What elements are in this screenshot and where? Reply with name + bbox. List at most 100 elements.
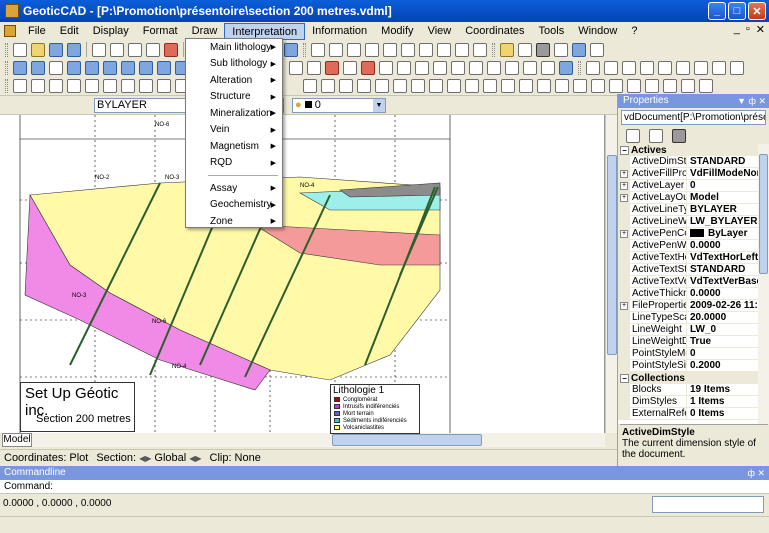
property-value[interactable]: STANDARD	[687, 156, 758, 167]
grid-icon[interactable]	[518, 42, 532, 57]
snap-tangent-icon[interactable]	[712, 60, 726, 75]
scale-icon[interactable]	[343, 60, 357, 75]
property-grid[interactable]: −Actives ActiveDimStyleSTANDARD+ActiveFi…	[618, 144, 758, 424]
solid-icon[interactable]	[429, 78, 443, 93]
maximize-button[interactable]: □	[728, 2, 746, 20]
view-top-icon[interactable]	[103, 60, 117, 75]
open-icon[interactable]	[31, 42, 45, 57]
section-next-icon[interactable]: ◀▶	[189, 454, 201, 463]
shade-icon[interactable]	[31, 60, 45, 75]
property-value[interactable]: True	[687, 336, 758, 347]
expand-icon[interactable]: +	[620, 193, 628, 202]
menu-window[interactable]: Window	[571, 23, 624, 40]
snap-nearest-icon[interactable]	[730, 60, 744, 75]
divide-icon[interactable]	[627, 78, 641, 93]
explode-icon[interactable]	[361, 60, 375, 75]
clip-value[interactable]: None	[235, 452, 261, 464]
ray-icon[interactable]	[393, 78, 407, 93]
menu-file[interactable]: File	[21, 23, 53, 40]
property-value[interactable]: VdTextHorLeft	[687, 252, 758, 263]
property-row[interactable]: ActiveTextHorVdTextHorLeft	[618, 252, 758, 264]
property-value[interactable]: VdTextVerBase	[687, 276, 758, 287]
menu-tools[interactable]: Tools	[532, 23, 572, 40]
category-actives[interactable]: − Actives	[618, 144, 758, 156]
lengthen-icon[interactable]	[541, 60, 555, 75]
menu-draw[interactable]: Draw	[185, 23, 225, 40]
break-icon[interactable]	[505, 60, 519, 75]
snap-icon[interactable]	[536, 42, 550, 57]
stretch-icon[interactable]	[523, 60, 537, 75]
view-front-icon[interactable]	[121, 60, 135, 75]
offset-icon[interactable]	[379, 60, 393, 75]
menu-modify[interactable]: Modify	[374, 23, 420, 40]
close-icon[interactable]: ✕	[757, 468, 765, 478]
property-row[interactable]: ActiveThicknes0.0000	[618, 288, 758, 300]
property-row[interactable]: ActiveLineWeigLW_BYLAYER	[618, 216, 758, 228]
property-value[interactable]: 2009-02-26 11:58	[687, 300, 758, 311]
copy-objects-icon[interactable]	[559, 60, 573, 75]
rectangle-icon[interactable]	[157, 78, 171, 93]
zoom-center-icon[interactable]	[437, 42, 451, 57]
property-row[interactable]: PointStyleMod0	[618, 348, 758, 360]
chamfer-icon[interactable]	[487, 60, 501, 75]
property-row[interactable]: + ActiveLayer 0	[618, 180, 758, 192]
dimension-icon[interactable]	[321, 78, 335, 93]
ellipse-icon[interactable]	[121, 78, 135, 93]
text-icon[interactable]	[85, 78, 99, 93]
dropdown-icon[interactable]: ▼	[737, 96, 746, 106]
property-row[interactable]: +FileProperties2009-02-26 11:58	[618, 300, 758, 312]
property-row[interactable]: DimStyles 1 Items	[618, 396, 758, 408]
menuitem-magnetism[interactable]: Magnetism ▶	[186, 138, 282, 155]
collapse-icon[interactable]: −	[620, 373, 629, 383]
view-3d-icon[interactable]	[13, 60, 27, 75]
close-icon[interactable]: ✕	[758, 96, 766, 106]
layer-icon[interactable]	[500, 42, 514, 57]
property-value[interactable]: 20.0000	[687, 312, 758, 323]
pdf-icon[interactable]	[164, 42, 178, 57]
property-row[interactable]: +ActivePenColoByLayer	[618, 228, 758, 240]
property-value[interactable]: 0 Items	[687, 408, 758, 419]
image-icon[interactable]	[447, 78, 461, 93]
move-icon[interactable]	[307, 60, 321, 75]
property-value[interactable]: LW_0	[687, 324, 758, 335]
property-value[interactable]: BYLAYER	[687, 204, 758, 215]
extend-icon[interactable]	[451, 60, 465, 75]
mdi-minimize-icon[interactable]: _	[734, 23, 740, 36]
line-icon[interactable]	[13, 78, 27, 93]
save-all-icon[interactable]	[67, 42, 81, 57]
measure-icon[interactable]	[609, 78, 623, 93]
close-button[interactable]: ✕	[748, 2, 766, 20]
property-pages-icon[interactable]	[672, 129, 686, 143]
property-value[interactable]: ByLayer	[687, 228, 758, 239]
menu-format[interactable]: Format	[136, 23, 185, 40]
menuitem-alteration[interactable]: Alteration ▶	[186, 72, 282, 89]
property-grid-scrollbar[interactable]	[758, 144, 769, 424]
menuitem-vein[interactable]: Vein ▶	[186, 122, 282, 139]
spline-icon[interactable]	[375, 78, 389, 93]
minimize-button[interactable]: _	[708, 2, 726, 20]
circle-icon[interactable]	[67, 78, 81, 93]
donut-icon[interactable]	[483, 78, 497, 93]
category-collections[interactable]: − Collections	[618, 372, 758, 384]
chevron-down-icon[interactable]: ▼	[373, 99, 385, 112]
region-icon[interactable]	[519, 78, 533, 93]
attribute-icon[interactable]	[555, 78, 569, 93]
menuitem-rqd[interactable]: RQD ▶	[186, 155, 282, 172]
section-prev-icon[interactable]: ◀▶	[139, 454, 151, 463]
list-icon[interactable]	[681, 78, 695, 93]
pan-icon[interactable]	[455, 42, 469, 57]
property-row[interactable]: ExternalRefere0 Items	[618, 408, 758, 420]
menuitem-assay[interactable]: Assay ▶	[186, 180, 282, 197]
property-row[interactable]: ActiveTextVer VdTextVerBase	[618, 276, 758, 288]
property-value[interactable]: LW_BYLAYER	[687, 216, 758, 227]
block-icon[interactable]	[572, 42, 586, 57]
table-icon[interactable]	[465, 78, 479, 93]
cut-icon[interactable]	[128, 42, 142, 57]
mirror-icon[interactable]	[397, 60, 411, 75]
zoom-realtime-icon[interactable]	[473, 42, 487, 57]
print-icon[interactable]	[92, 42, 106, 57]
pin-icon[interactable]: ф	[748, 468, 755, 478]
trim-icon[interactable]	[433, 60, 447, 75]
zoom-in-icon[interactable]	[311, 42, 325, 57]
menu-display[interactable]: Display	[86, 23, 136, 40]
